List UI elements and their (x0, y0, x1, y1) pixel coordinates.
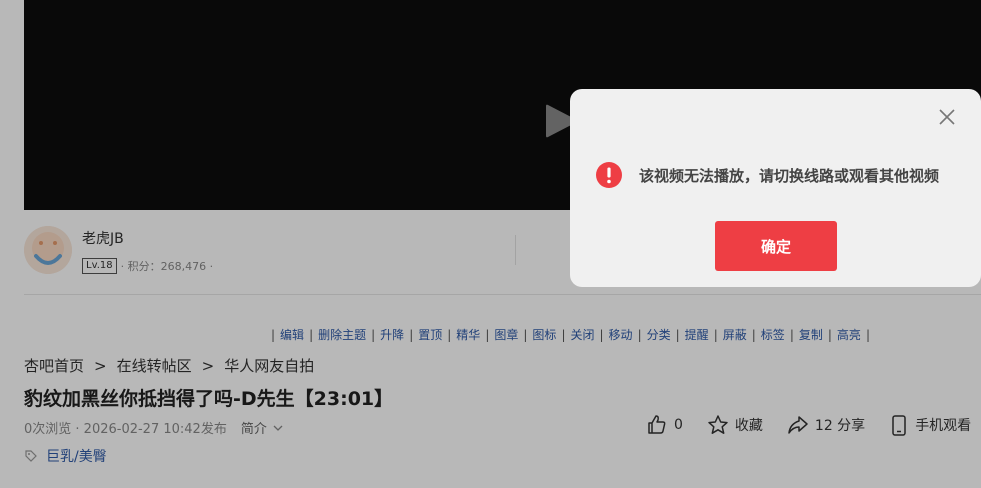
page: 老虎JB Lv.18 · 积分：268,476 · | 编辑 | 删除主题 | 升降… (0, 0, 981, 488)
mobile-view-label: 手机观看 (915, 418, 972, 434)
admin-tool-move[interactable]: 移动 (609, 326, 633, 343)
admin-tool-copy[interactable]: 复制 (799, 326, 823, 343)
chevron-down-icon (273, 425, 283, 431)
breadcrumb-home[interactable]: 杏吧首页 (24, 355, 84, 376)
intro-toggle[interactable]: 简介 (241, 418, 285, 437)
separator: | (599, 327, 604, 342)
share-label: 12 分享 (814, 418, 866, 434)
phone-icon (892, 415, 906, 436)
separator: | (371, 327, 376, 342)
tag-link[interactable]: 巨乳/美臀 (46, 446, 107, 466)
separator: | (561, 327, 566, 342)
admin-tool-tags[interactable]: 标签 (761, 326, 785, 343)
separator: | (637, 327, 642, 342)
points-label: · 积分：268,476 · (120, 260, 214, 273)
admin-tool-category[interactable]: 分类 (647, 326, 671, 343)
separator: | (409, 327, 414, 342)
thumbs-up-icon (648, 415, 666, 434)
like-count: 0 (674, 417, 683, 433)
dialog-message: 该视频无法播放，请切换线路或观看其他视频 (639, 166, 940, 185)
share-icon (788, 416, 808, 434)
admin-tool-pin[interactable]: 置顶 (418, 326, 442, 343)
admin-tool-icon[interactable]: 图标 (532, 326, 556, 343)
post-actions: 0 收藏 12 分享 手机观看 (646, 414, 971, 436)
admin-tool-delete[interactable]: 删除主题 (318, 326, 366, 343)
divider (515, 235, 516, 265)
intro-label: 简介 (240, 422, 267, 437)
share-button[interactable]: 12 分享 (787, 414, 865, 436)
breadcrumb-separator: > (94, 356, 107, 375)
post-meta: 0次浏览 · 2026-02-27 10:42发布 简介 (24, 418, 285, 437)
admin-tool-bump[interactable]: 升降 (380, 326, 404, 343)
admin-tool-digest[interactable]: 精华 (456, 326, 480, 343)
page-title: 豹纹加黑丝你抵挡得了吗-D先生【23:01】 (24, 388, 394, 410)
separator: | (789, 327, 794, 342)
favorite-label: 收藏 (734, 418, 763, 434)
separator: | (485, 327, 490, 342)
admin-tool-highlight[interactable]: 高亮 (837, 326, 861, 343)
separator: | (751, 327, 756, 342)
divider (24, 294, 981, 295)
separator: | (271, 327, 276, 342)
admin-tool-stamp[interactable]: 图章 (494, 326, 518, 343)
like-button[interactable]: 0 (646, 414, 683, 436)
tag-row: 巨乳/美臀 (24, 446, 107, 466)
error-icon (596, 162, 622, 188)
tag-icon (25, 450, 37, 462)
separator: | (827, 327, 832, 342)
separator: | (523, 327, 528, 342)
mobile-view-button[interactable]: 手机观看 (889, 414, 971, 436)
error-dialog: 该视频无法播放，请切换线路或观看其他视频 确定 (570, 89, 981, 287)
dialog-message-row: 该视频无法播放，请切换线路或观看其他视频 (595, 161, 939, 189)
separator: | (865, 327, 870, 342)
admin-tool-remind[interactable]: 提醒 (685, 326, 709, 343)
separator: | (309, 327, 314, 342)
breadcrumb-board[interactable]: 华人网友自拍 (224, 355, 314, 376)
breadcrumb-separator: > (201, 356, 215, 375)
separator: | (713, 327, 718, 342)
close-icon[interactable] (937, 107, 957, 127)
avatar-image (24, 226, 72, 274)
view-and-date: 0次浏览 · 2026-02-27 10:42发布 (24, 422, 227, 437)
admin-tool-block[interactable]: 屏蔽 (723, 326, 747, 343)
avatar[interactable] (24, 226, 72, 274)
author-meta: Lv.18 · 积分：268,476 · (82, 258, 213, 274)
breadcrumb: 杏吧首页 > 在线转帖区 > 华人网友自拍 (24, 355, 314, 376)
separator: | (675, 327, 680, 342)
author-name[interactable]: 老虎JB (82, 228, 124, 248)
admin-tool-close[interactable]: 关闭 (570, 326, 594, 343)
admin-toolbar: | 编辑 | 删除主题 | 升降 | 置顶 | 精华 | 图章 | 图标 | 关闭 | 移动 | … (269, 326, 872, 343)
confirm-button[interactable]: 确定 (715, 221, 837, 271)
level-badge: Lv.18 (82, 258, 117, 274)
admin-tool-edit[interactable]: 编辑 (280, 326, 304, 343)
star-icon (708, 415, 728, 434)
favorite-button[interactable]: 收藏 (707, 414, 763, 436)
separator: | (447, 327, 452, 342)
breadcrumb-forum[interactable]: 在线转帖区 (117, 355, 192, 376)
